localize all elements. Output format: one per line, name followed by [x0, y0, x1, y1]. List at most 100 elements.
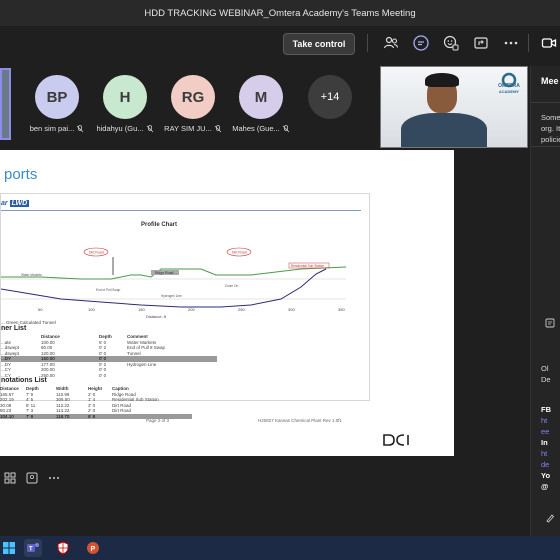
table-cell: Water Markets: [127, 339, 157, 345]
table-row: 165.67 7' 9 110.99 2' 0 Ridge Road: [0, 392, 192, 398]
table-cell: 100.00: [41, 339, 55, 345]
page-number: Page 2 of 3: [146, 418, 170, 423]
chat-link[interactable]: ht: [541, 415, 547, 426]
meeting-chat-panel[interactable]: Mee Some org. It policie Ol De FB ht ee …: [530, 66, 560, 536]
table-cell: 120.00: [41, 350, 55, 356]
table-cell: ...CY: [1, 367, 12, 373]
participant-tile[interactable]: RG RAY SIM JU...: [158, 75, 228, 133]
panel-text: Some: [541, 113, 560, 122]
table-cell: 110.99: [56, 391, 70, 397]
table-cell: 2' 0: [88, 391, 96, 397]
table-cell: 0' 0: [99, 356, 107, 362]
table-cell: 7' 9: [26, 413, 34, 419]
chat-link[interactable]: ee: [541, 426, 549, 437]
annotation-label: Hydrogen Line: [161, 294, 182, 298]
participant-name: hidahyu (Gu...: [96, 124, 144, 133]
logo-subtext: ACADEMY: [498, 89, 520, 94]
table-cell: 2' 0: [88, 402, 96, 408]
table-cell: 250.00: [41, 372, 55, 378]
marker-table: Distance Depth Comment ...ate 100.00 6' 0 Wate…: [1, 334, 217, 378]
doc-header-badge: LWD: [9, 200, 30, 207]
avatar: RG: [171, 75, 215, 119]
table-row: ...ate 100.00 6' 0 Water Markets: [1, 340, 217, 346]
table-cell: 2' 0: [88, 408, 96, 414]
chat-link[interactable]: ht: [541, 448, 547, 459]
table-cell: 6' 0: [99, 339, 107, 345]
participant-tile[interactable]: M Mahes (Gue...: [226, 75, 296, 133]
table-cell: 165.67: [0, 391, 14, 397]
table-cell: 104.10: [0, 413, 14, 419]
more-participants-button[interactable]: +14: [308, 75, 352, 119]
mic-muted-icon: [282, 124, 290, 132]
people-view-icon[interactable]: [26, 472, 38, 484]
participant-tile[interactable]: BP ben sim pai...: [22, 75, 92, 133]
chart-title: Profile Chart: [141, 222, 178, 228]
format-icon[interactable]: [545, 513, 555, 523]
table-cell: Tunnel: [127, 350, 141, 356]
table-cell: 150.00: [41, 356, 55, 362]
table-cell: Distance: [0, 386, 19, 392]
participant-name: RAY SIM JU...: [164, 124, 212, 133]
annotation-label: End of Pull Swap: [96, 288, 121, 292]
x-tick-label: 150: [138, 307, 145, 312]
table-cell: ...dswept: [1, 350, 20, 356]
panel-divider: [531, 102, 560, 103]
self-view-thumbnail[interactable]: [0, 68, 11, 140]
table-cell: 112.22: [56, 402, 70, 408]
security-icon[interactable]: [54, 539, 72, 557]
powerpoint-icon[interactable]: P: [84, 539, 102, 557]
x-tick-label: 200: [188, 307, 195, 312]
table-cell: 114.22: [56, 408, 70, 414]
x-tick-label: 100: [88, 307, 95, 312]
react-icon[interactable]: [442, 34, 460, 52]
table-cell: 200.00: [41, 367, 55, 373]
table-cell: 0' 0: [99, 367, 107, 373]
start-icon[interactable]: [0, 539, 18, 557]
meeting-toolbar: Take control: [0, 26, 560, 60]
share-tray-icon[interactable]: [472, 34, 490, 52]
x-tick-label: 50: [38, 307, 43, 312]
toolbar-divider: [528, 34, 529, 52]
teams-icon[interactable]: T: [24, 539, 42, 557]
participant-name: ben sim pai...: [29, 124, 75, 133]
chat-label: Yo: [541, 471, 551, 480]
table-cell: 4' 5: [26, 397, 34, 403]
annotation-label: Dirt Road: [232, 251, 247, 255]
panel-text: org. It: [541, 124, 560, 133]
more-icon[interactable]: [48, 472, 60, 484]
table-cell: 0' 2: [99, 345, 107, 351]
people-icon[interactable]: [382, 34, 400, 52]
more-icon[interactable]: [502, 34, 520, 52]
speaker-video[interactable]: OMTERA ACADEMY: [380, 66, 528, 148]
table-cell: Width: [56, 386, 69, 392]
participant-tile[interactable]: H hidahyu (Gu...: [90, 75, 160, 133]
table-row: 80.23 7' 3 114.22 2' 0 Dirt Road: [0, 408, 192, 414]
grid-icon[interactable]: [4, 472, 16, 484]
section-title: ner List: [1, 325, 27, 332]
camera-icon[interactable]: [540, 34, 558, 52]
report-document: ar LWD Profile Chart Dirt Road Dirt Road …: [0, 193, 370, 401]
table-cell: 177.00: [41, 361, 55, 367]
take-control-button[interactable]: Take control: [283, 33, 355, 55]
table-cell: Distance: [41, 334, 60, 340]
annotation-label: Ridge Road: [155, 271, 174, 275]
avatar: H: [103, 75, 147, 119]
toolbar-divider: [367, 34, 368, 52]
window-title-bar: HDD TRACKING WEBINAR_Omtera Academy's Te…: [0, 0, 560, 26]
svg-text:T: T: [29, 547, 33, 553]
mic-muted-icon: [146, 124, 153, 132]
meeting-notes-icon[interactable]: [545, 318, 555, 328]
mic-muted-icon: [77, 124, 84, 132]
chat-link[interactable]: de: [541, 459, 549, 470]
document-footer: H20827 Kansas Chemical Plant Rev 1.0f1: [258, 418, 343, 423]
table-cell: ...DY: [1, 361, 12, 367]
chat-label: FB: [541, 405, 551, 414]
table-cell: Hydrogen Line: [127, 361, 157, 367]
table-cell: 1' 4: [88, 397, 96, 403]
annotation-label: Dirt Road: [89, 251, 104, 255]
chat-text: Ol: [541, 364, 549, 373]
svg-text:P: P: [91, 546, 96, 553]
chat-icon[interactable]: [412, 34, 430, 52]
table-cell: 80.23: [0, 408, 12, 414]
panel-text: policie: [541, 135, 560, 144]
